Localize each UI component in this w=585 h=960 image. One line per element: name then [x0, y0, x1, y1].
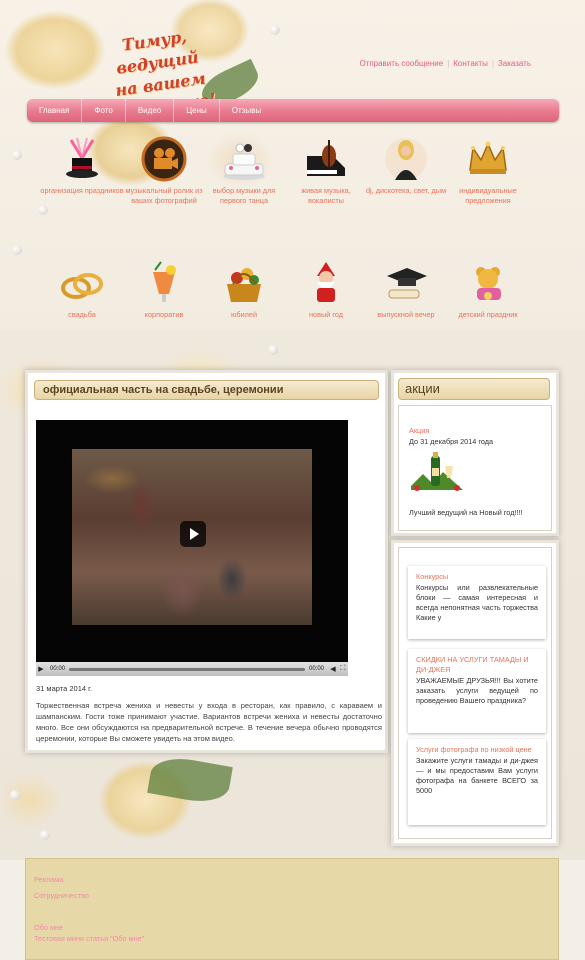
pearl-decor: [10, 790, 20, 800]
news-card[interactable]: Услуги фотографа по низкой цене Закажите…: [408, 739, 546, 825]
service-item[interactable]: dj, дискотека, свет, дым: [364, 136, 448, 196]
volume-icon[interactable]: ◀: [328, 665, 338, 673]
service-label: детский праздник: [458, 310, 518, 319]
service-label: музыкальный ролик из ваших фотографий: [125, 186, 203, 205]
news-card[interactable]: Конкурсы Конкурсы или развлекательные бл…: [408, 566, 546, 639]
nav-prices[interactable]: Цены: [174, 99, 220, 122]
video-current-time: 00:00: [50, 666, 66, 672]
news-card-title[interactable]: СКИДКИ НА УСЛУГИ ТАМАДЫ И ДИ-ДЖЕЯ: [416, 655, 538, 675]
promo-caption: Лучший ведущий на Новый год!!!!: [409, 508, 523, 517]
separator: |: [447, 59, 450, 68]
champagne-icon: [411, 452, 463, 491]
service-label: выпускной вечер: [377, 310, 435, 319]
wedding-rings-icon: [61, 273, 103, 299]
graduation-cap-icon: [387, 268, 427, 299]
news-card-text: Закажите услуги тамады и ди-джея — и мы …: [416, 756, 538, 795]
service-label: юбилей: [230, 310, 258, 319]
video-frame: [72, 449, 312, 625]
news-card-text: УВАЖАЕМЫЕ ДРУЗЬЯ!!! Вы хотите заказать у…: [416, 676, 538, 705]
service-item[interactable]: музыкальный ролик из ваших фотографий: [122, 136, 206, 206]
news-card[interactable]: СКИДКИ НА УСЛУГИ ТАМАДЫ И ДИ-ДЖЕЯ УВАЖАЕ…: [408, 649, 546, 733]
video-player[interactable]: ▶ 00:00 00:00 ◀ ⛶: [36, 420, 348, 676]
contacts-link[interactable]: Контакты: [453, 59, 488, 68]
film-camera-icon: [141, 136, 187, 182]
pearl-decor: [270, 25, 280, 35]
footer-link-cooperation[interactable]: Сотрудничество: [34, 891, 89, 900]
pearl-decor: [12, 245, 22, 255]
fullscreen-icon[interactable]: ⛶: [338, 665, 348, 673]
video-total-time: 00:00: [308, 666, 324, 672]
news-card-title[interactable]: Конкурсы: [416, 572, 538, 582]
order-link[interactable]: Заказать: [498, 59, 531, 68]
pearl-decor: [12, 150, 22, 160]
pearl-decor: [40, 830, 50, 840]
video-controls: ▶ 00:00 00:00 ◀ ⛶: [36, 662, 348, 676]
pearl-decor: [38, 205, 48, 215]
video-progress-bar[interactable]: [69, 667, 305, 671]
service-label: новый год: [309, 310, 343, 319]
footer-link-about[interactable]: Обо мне: [34, 923, 63, 932]
teddy-bear-icon: [476, 267, 501, 300]
nav-reviews[interactable]: Отзывы: [220, 99, 273, 122]
service-item[interactable]: организация праздников: [40, 136, 124, 196]
service-label: индивидуальные предложения: [459, 186, 517, 205]
wedding-cake-icon: [223, 143, 265, 180]
nav-home[interactable]: Главная: [27, 99, 83, 122]
news-card-title[interactable]: Услуги фотографа по низкой цене: [416, 745, 538, 755]
service-label: организация праздников: [40, 186, 124, 195]
piano-violin-icon: [307, 140, 345, 176]
service-item[interactable]: живая музыка, вокалисты: [284, 136, 368, 206]
separator: |: [491, 59, 494, 68]
footer-link-test-article[interactable]: Тестовая мини статья "Обо мне": [34, 934, 144, 943]
cocktail-icon: [153, 261, 176, 302]
service-item[interactable]: выпускной вечер: [364, 260, 448, 320]
service-label: выбор музыки для первого танца: [212, 186, 276, 205]
service-item[interactable]: индивидуальные предложения: [446, 136, 530, 206]
promo-label[interactable]: Акция: [409, 426, 429, 435]
play-button[interactable]: [180, 521, 206, 547]
service-label: корпоратив: [144, 310, 184, 319]
service-label: свадьба: [68, 310, 96, 319]
send-message-link[interactable]: Отправить сообщение: [359, 59, 443, 68]
promotions-title: акции: [398, 378, 550, 400]
crown-icon: [469, 141, 507, 174]
main-nav: Главная Фото Видео Цены Отзывы: [27, 99, 559, 122]
gift-basket-icon: [227, 268, 261, 302]
dj-woman-icon: [385, 138, 427, 180]
service-item[interactable]: детский праздник: [446, 260, 530, 320]
service-item[interactable]: корпоратив: [122, 260, 206, 320]
service-item[interactable]: свадьба: [40, 260, 124, 320]
main-article-panel: официальная часть на свадьбе, церемонии …: [25, 370, 388, 753]
post-date: 31 марта 2014 г.: [36, 684, 93, 693]
footer: Реклама Сотрудничество Обо мне Тестовая …: [25, 858, 559, 960]
pearl-decor: [268, 345, 278, 355]
footer-link-ads[interactable]: Реклама: [34, 875, 63, 884]
santa-claus-icon: [317, 262, 335, 302]
article-title: официальная часть на свадьбе, церемонии: [34, 380, 379, 400]
promo-date: До 31 декабря 2014 года: [409, 437, 494, 446]
service-label: живая музыка, вокалисты: [301, 186, 351, 205]
play-control-icon[interactable]: ▶: [36, 665, 46, 673]
play-icon: [190, 528, 199, 540]
service-item[interactable]: выбор музыки для первого танца: [202, 136, 286, 206]
post-text: Торжественная встреча жениха и невесты у…: [36, 701, 382, 743]
nav-video[interactable]: Видео: [126, 99, 175, 122]
service-label: dj, дискотека, свет, дым: [365, 186, 447, 195]
nav-photo[interactable]: Фото: [82, 99, 126, 122]
top-links: Отправить сообщение | Контакты | Заказать: [359, 59, 531, 68]
news-card-text: Конкурсы или развлекательные блоки — сам…: [416, 583, 538, 622]
promo-frame: Акция До 31 декабря 2014 года Лучший вед…: [398, 405, 552, 531]
promotions-box: акции Акция До 31 декабря 2014 года Лучш…: [391, 370, 559, 536]
news-box: Конкурсы Конкурсы или развлекательные бл…: [391, 540, 559, 846]
service-item[interactable]: новый год: [284, 260, 368, 320]
magic-hat-icon: [66, 137, 98, 178]
service-item[interactable]: юбилей: [202, 260, 286, 320]
